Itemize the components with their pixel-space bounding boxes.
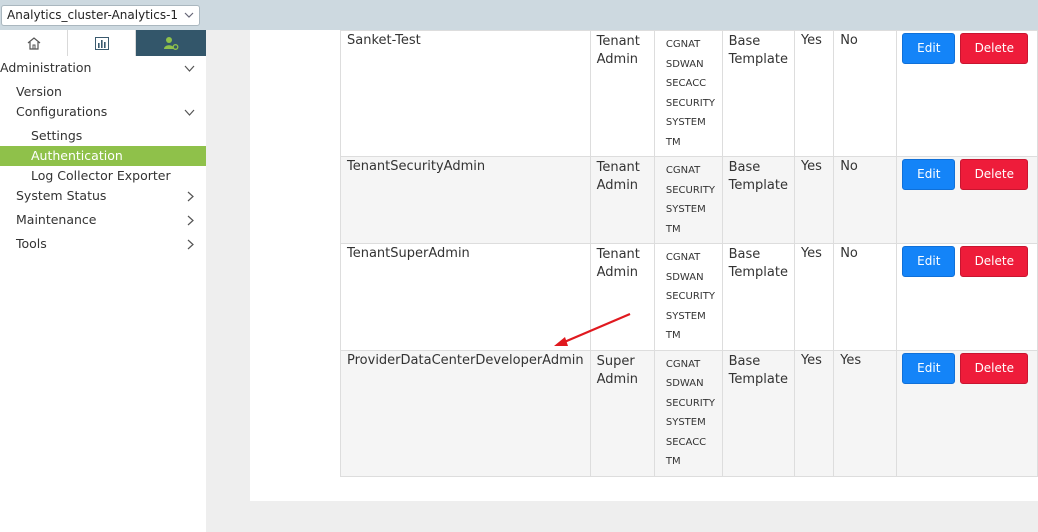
sidebar-item-label: Settings: [31, 128, 83, 143]
role-services: CGNAT SDWAN SECURITY SYSTEM SECACC TM: [653, 349, 723, 477]
main-content: Sanket-Test Tenant Admin CGNAT SDWAN SECACC…: [206, 30, 1038, 532]
sidebar-item-log-collector-exporter[interactable]: Log Collector Exporter: [0, 166, 171, 186]
tab-administration[interactable]: [136, 30, 206, 56]
chevron-right-icon: [187, 239, 194, 250]
role-default: Yes: [793, 30, 835, 157]
home-icon: [27, 36, 40, 50]
table-row: ProviderDataCenterDeveloperAdmin Super Ad…: [340, 349, 1038, 477]
edit-button[interactable]: Edit: [902, 159, 956, 190]
sidebar-item-maintenance[interactable]: Maintenance: [0, 210, 206, 230]
table-row: TenantSuperAdmin Tenant Admin CGNAT SDWAN S…: [340, 243, 1038, 351]
role-default: Yes: [793, 349, 835, 477]
sidebar-item-label: Version: [16, 84, 62, 99]
role-default: Yes: [793, 243, 835, 351]
sidebar-item-settings[interactable]: Settings: [0, 126, 82, 146]
delete-button[interactable]: Delete: [960, 352, 1029, 384]
sidebar: Administration Version Configurations Se…: [0, 30, 206, 532]
chevron-down-icon: [184, 12, 194, 18]
role-services: CGNAT SDWAN SECACC SECURITY SYSTEM TM: [653, 30, 723, 157]
sidebar-item-system-status[interactable]: System Status: [0, 186, 206, 206]
row-actions: Edit Delete: [896, 243, 1038, 351]
role-template: Base Template: [721, 30, 795, 157]
sidebar-item-label: Authentication: [31, 148, 123, 163]
sidebar-item-tools[interactable]: Tools: [0, 234, 206, 254]
sidebar-item-label: System Status: [16, 188, 107, 203]
row-actions: Edit Delete: [896, 349, 1038, 477]
bar-chart-icon: [94, 36, 109, 50]
role-type: Tenant Admin: [589, 156, 655, 244]
sidebar-item-label: Administration: [0, 60, 92, 75]
chevron-right-icon: [187, 191, 194, 202]
role-services: CGNAT SDWAN SECURITY SYSTEM TM: [653, 243, 723, 351]
role-name: TenantSecurityAdmin: [340, 156, 591, 244]
delete-button[interactable]: Delete: [960, 33, 1029, 64]
cluster-selector[interactable]: Analytics_cluster-Analytics-1: [1, 5, 200, 26]
edit-button[interactable]: Edit: [902, 246, 956, 277]
role-name: ProviderDataCenterDeveloperAdmin: [340, 349, 591, 477]
user-settings-icon: [164, 37, 179, 50]
top-bar: Analytics_cluster-Analytics-1: [0, 0, 1038, 30]
sidebar-item-label: Tools: [16, 236, 47, 251]
chevron-right-icon: [187, 215, 194, 226]
chevron-down-icon: [184, 65, 195, 72]
sidebar-item-label: Maintenance: [16, 212, 97, 227]
delete-button[interactable]: Delete: [960, 246, 1029, 277]
role-type: Tenant Admin: [589, 30, 655, 157]
table-row: TenantSecurityAdmin Tenant Admin CGNAT SEC…: [340, 156, 1038, 244]
roles-panel: Sanket-Test Tenant Admin CGNAT SDWAN SECACC…: [250, 30, 1038, 501]
row-actions: Edit Delete: [896, 30, 1038, 157]
annotation-arrow-icon: [554, 312, 631, 346]
sidebar-item-label: Configurations: [16, 104, 108, 119]
sidebar-tabs: [0, 30, 206, 56]
role-template: Base Template: [721, 156, 795, 244]
sidebar-item-version[interactable]: Version: [0, 82, 62, 102]
table-row: Sanket-Test Tenant Admin CGNAT SDWAN SECACC…: [340, 30, 1038, 157]
edit-button[interactable]: Edit: [902, 352, 956, 384]
delete-button[interactable]: Delete: [960, 159, 1029, 190]
tab-analytics[interactable]: [68, 30, 136, 56]
sidebar-item-administration[interactable]: Administration: [0, 58, 206, 78]
role-services: CGNAT SECURITY SYSTEM TM: [653, 156, 723, 244]
sidebar-item-configurations[interactable]: Configurations: [0, 102, 206, 122]
role-template: Base Template: [721, 349, 795, 477]
cluster-selector-value: Analytics_cluster-Analytics-1: [7, 8, 179, 22]
role-system: No: [833, 30, 898, 157]
role-type: Super Admin: [589, 349, 655, 477]
roles-table: Sanket-Test Tenant Admin CGNAT SDWAN SECACC…: [340, 30, 1038, 477]
role-template: Base Template: [721, 243, 795, 351]
chevron-down-icon: [184, 109, 195, 116]
edit-button[interactable]: Edit: [902, 33, 956, 64]
row-actions: Edit Delete: [896, 156, 1038, 244]
sidebar-item-authentication[interactable]: Authentication: [0, 146, 206, 166]
role-default: Yes: [793, 156, 835, 244]
role-system: Yes: [833, 349, 898, 477]
tab-home[interactable]: [0, 30, 68, 56]
role-system: No: [833, 243, 898, 351]
sidebar-item-label: Log Collector Exporter: [31, 168, 171, 183]
role-name: Sanket-Test: [340, 30, 591, 157]
role-system: No: [833, 156, 898, 244]
